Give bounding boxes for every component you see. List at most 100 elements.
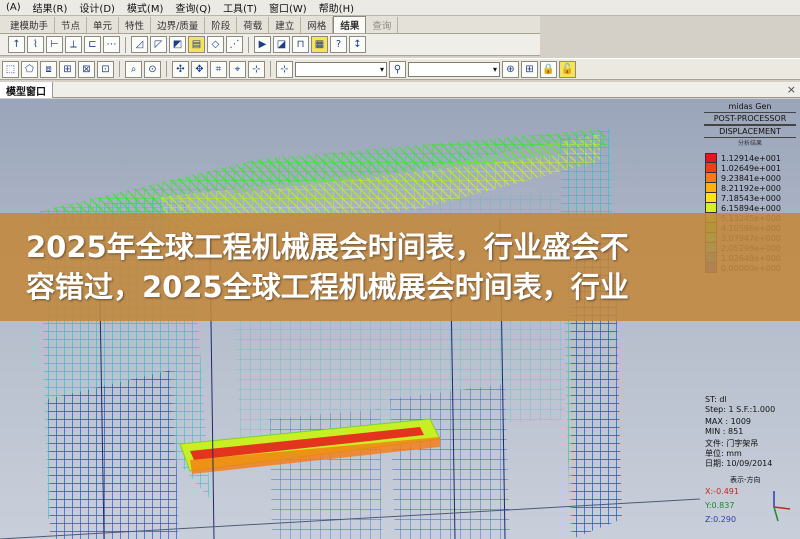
min-label: MIN : 851 [705, 427, 744, 436]
menu-item-results[interactable]: 结果(R) [27, 0, 74, 15]
mode-shape-icon[interactable]: ◇ [207, 36, 224, 53]
view-direction-label: 表示-方向 [730, 476, 761, 484]
query-result-icon[interactable]: ? [330, 36, 347, 53]
legend-value: 6.15894e+000 [721, 203, 781, 213]
menu-item-tools[interactable]: 工具(T) [217, 0, 263, 15]
model-window-titlebar: 模型窗口 × [0, 82, 800, 98]
point-grid-icon[interactable]: ⊹ [276, 60, 293, 78]
menu-item-query[interactable]: 查询(Q) [169, 0, 217, 15]
legend-entry: 6.15894e+000 [705, 203, 800, 213]
unlock-icon[interactable]: 🔓 [559, 60, 576, 78]
close-icon[interactable]: × [787, 83, 796, 96]
coordinate-icon[interactable]: ⊕ [502, 60, 519, 78]
stress-icon[interactable]: ⋯ [103, 36, 120, 53]
result-table-icon[interactable]: ▦ [311, 36, 328, 53]
toolbar-separator [248, 36, 249, 53]
structure-group-icon[interactable]: ⚲ [389, 60, 406, 78]
select-all-icon[interactable]: ⊞ [59, 60, 76, 78]
ribbon-tab-strip: 建模助手 节点 单元 特性 边界/质量 阶段 荷载 建立 网格 结果 查询 [0, 16, 540, 34]
tab-mesh[interactable]: 网格 [301, 17, 334, 33]
menu-item-mode[interactable]: 模式(M) [121, 0, 169, 15]
snap-icon[interactable]: ⊞ [521, 60, 538, 78]
legend-swatch [705, 163, 717, 173]
menu-item-help[interactable]: 帮助(H) [313, 0, 360, 15]
tab-modeling-assistant[interactable]: 建模助手 [4, 17, 56, 33]
select-cube-icon[interactable]: ⧈ [40, 60, 57, 78]
tab-results[interactable]: 结果 [333, 16, 367, 33]
section-check-icon[interactable]: ◪ [273, 36, 290, 53]
beam-detail-icon[interactable]: ⊓ [292, 36, 309, 53]
tab-build[interactable]: 建立 [269, 17, 302, 33]
lock-icon[interactable]: 🔒 [540, 60, 557, 78]
buckling-icon[interactable]: ⋰ [226, 36, 243, 53]
model-window-tab[interactable]: 模型窗口 [0, 82, 53, 98]
tab-properties[interactable]: 特性 [119, 17, 152, 33]
legend-value: 8.21192e+000 [721, 183, 781, 193]
zoom-window-icon[interactable]: ⌕ [125, 60, 142, 78]
animation-icon[interactable]: ▶ [254, 36, 271, 53]
solid-stress-icon[interactable]: ◩ [169, 36, 186, 53]
select-polygon-icon[interactable]: ⬠ [21, 60, 38, 78]
axis-z-label: Z:0.290 [705, 515, 737, 524]
tab-load[interactable]: 荷载 [237, 17, 270, 33]
plate-stress-icon[interactable]: ◸ [150, 36, 167, 53]
results-toolbar: ↑ ⌇ ⊢ ⟂ ⊏ ⋯ ◿ ◸ ◩ ▤ ◇ ⋰ ▶ ◪ ⊓ ▦ ? ↕ [0, 34, 540, 56]
dimension-icon[interactable]: ↕ [349, 36, 366, 53]
legend-result-type: DISPLACEMENT [704, 125, 796, 138]
tab-query[interactable]: 查询 [366, 17, 399, 33]
toolbar-separator [125, 36, 126, 53]
display-icon[interactable]: ⌗ [210, 60, 227, 78]
tab-element[interactable]: 单元 [87, 17, 120, 33]
truss-force-icon[interactable]: ⟂ [65, 36, 82, 53]
toolbar-separator [166, 61, 167, 77]
legend-entry: 1.12914e+001 [705, 153, 800, 163]
select-previous-icon[interactable]: ⊡ [97, 60, 114, 78]
legend-entry: 7.18543e+000 [705, 193, 800, 203]
menu-item-design[interactable]: 设计(D) [73, 0, 121, 15]
headline-banner: 2025年全球工程机械展会时间表，行业盛会不 容错过，2025全球工程机械展会时… [0, 213, 800, 321]
deformation-icon[interactable]: ⌇ [27, 36, 44, 53]
view-toolbar: ⬚ ⬠ ⧈ ⊞ ⊠ ⊡ ⌕ ⊙ ✣ ✥ ⌗ ⌖ ⊹ ⊹ ▾ ⚲ ▾ ⊕ ⊞ 🔒 … [0, 58, 800, 80]
tab-node[interactable]: 节点 [55, 17, 88, 33]
plate-force-icon[interactable]: ◿ [131, 36, 148, 53]
hidden-icon[interactable]: ⌖ [229, 60, 246, 78]
legend-entry: 9.23841e+000 [705, 173, 800, 183]
moment-icon[interactable]: ⊏ [84, 36, 101, 53]
contour-icon[interactable]: ▤ [188, 36, 205, 53]
reaction-icon[interactable]: ↑ [8, 36, 25, 53]
node-number-icon[interactable]: ✣ [172, 60, 189, 78]
legend-swatch [705, 193, 717, 203]
step-label: Step: 1 S.F.:1.000 [705, 405, 776, 414]
legend-value: 1.12914e+001 [721, 153, 781, 163]
menu-item-window[interactable]: 窗口(W) [263, 0, 313, 15]
group-select[interactable]: ▾ [295, 61, 387, 77]
headline-line-2: 容错过，2025全球工程机械展会时间表，行业 [26, 270, 629, 304]
legend-program: midas Gen [728, 102, 772, 111]
legend-value: 9.23841e+000 [721, 173, 781, 183]
axis-x-label: X:-0.491 [705, 487, 739, 496]
toolbar-separator [270, 61, 271, 77]
shrink-icon[interactable]: ⊹ [248, 60, 265, 78]
unselect-icon[interactable]: ⊠ [78, 60, 95, 78]
activate-icon[interactable]: ⊙ [144, 60, 161, 78]
legend-entry: 1.02649e+001 [705, 163, 800, 173]
legend-swatch [705, 173, 717, 183]
tab-boundary-mass[interactable]: 边界/质量 [151, 17, 206, 33]
max-label: MAX : 1009 [705, 417, 751, 426]
axis-y-label: Y:0.837 [705, 501, 735, 510]
menu-item-edit[interactable]: (A) [0, 2, 27, 13]
date-label: 日期: 10/09/2014 [705, 459, 773, 468]
legend-processor: POST-PROCESSOR [704, 112, 796, 125]
beam-diagram-icon[interactable]: ⊢ [46, 36, 63, 53]
element-number-icon[interactable]: ✥ [191, 60, 208, 78]
headline-line-1: 2025年全球工程机械展会时间表，行业盛会不 [26, 230, 629, 264]
axis-triad-icon [773, 491, 791, 522]
right-tower [560, 129, 622, 539]
tab-stage[interactable]: 阶段 [205, 17, 238, 33]
axis-readout: X:-0.491 Y:0.837 Z:0.290 [705, 487, 739, 525]
legend-entry: 8.21192e+000 [705, 183, 800, 193]
boundary-group-select[interactable]: ▾ [408, 61, 500, 77]
legend-value: 1.02649e+001 [721, 163, 781, 173]
select-window-icon[interactable]: ⬚ [2, 60, 19, 78]
menu-bar: (A) 结果(R) 设计(D) 模式(M) 查询(Q) 工具(T) 窗口(W) … [0, 0, 800, 16]
